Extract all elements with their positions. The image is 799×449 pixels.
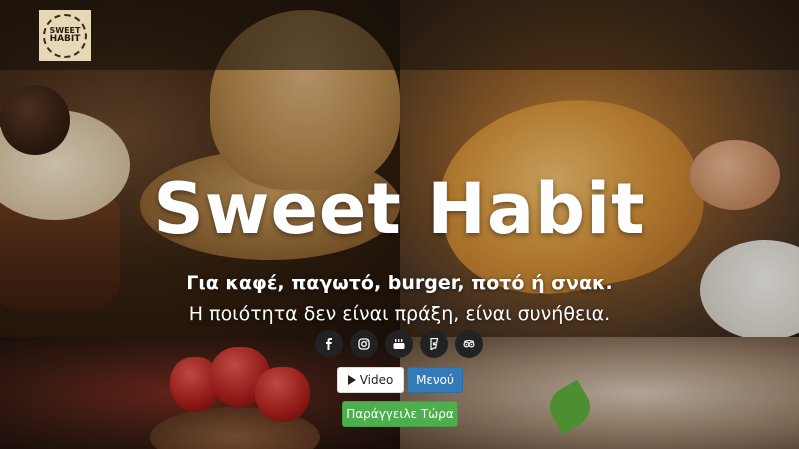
logo-badge: SWEET HABIT <box>43 13 87 58</box>
brand-logo[interactable]: SWEET HABIT <box>39 10 91 61</box>
hero-subtitle: Η ποιότητα δεν είναι πράξη, είναι συνήθε… <box>188 303 611 325</box>
social-links <box>315 330 485 358</box>
foursquare-link[interactable] <box>420 330 448 358</box>
tripadvisor-icon <box>463 339 475 348</box>
logo-text-line2: HABIT <box>49 34 81 45</box>
youtube-link[interactable] <box>385 330 413 358</box>
order-now-button[interactable]: Παράγγειλε Τώρα <box>342 401 458 427</box>
hero-tagline: Για καφέ, παγωτό, burger, ποτό ή σνακ. <box>186 272 613 294</box>
tripadvisor-link[interactable] <box>455 330 483 358</box>
video-button[interactable]: Video <box>337 367 404 393</box>
menu-button[interactable]: Μενού <box>407 367 463 393</box>
facebook-icon <box>326 338 332 350</box>
instagram-icon <box>358 338 370 350</box>
foursquare-icon <box>430 338 439 350</box>
facebook-link[interactable] <box>315 330 343 358</box>
youtube-icon <box>393 339 405 349</box>
menu-button-label: Μενού <box>416 373 454 387</box>
instagram-link[interactable] <box>350 330 378 358</box>
order-now-button-label: Παράγγειλε Τώρα <box>346 407 454 421</box>
top-navbar <box>0 0 799 70</box>
play-icon <box>347 375 356 385</box>
hero-title: Sweet Habit <box>153 168 646 250</box>
video-button-label: Video <box>359 373 394 387</box>
